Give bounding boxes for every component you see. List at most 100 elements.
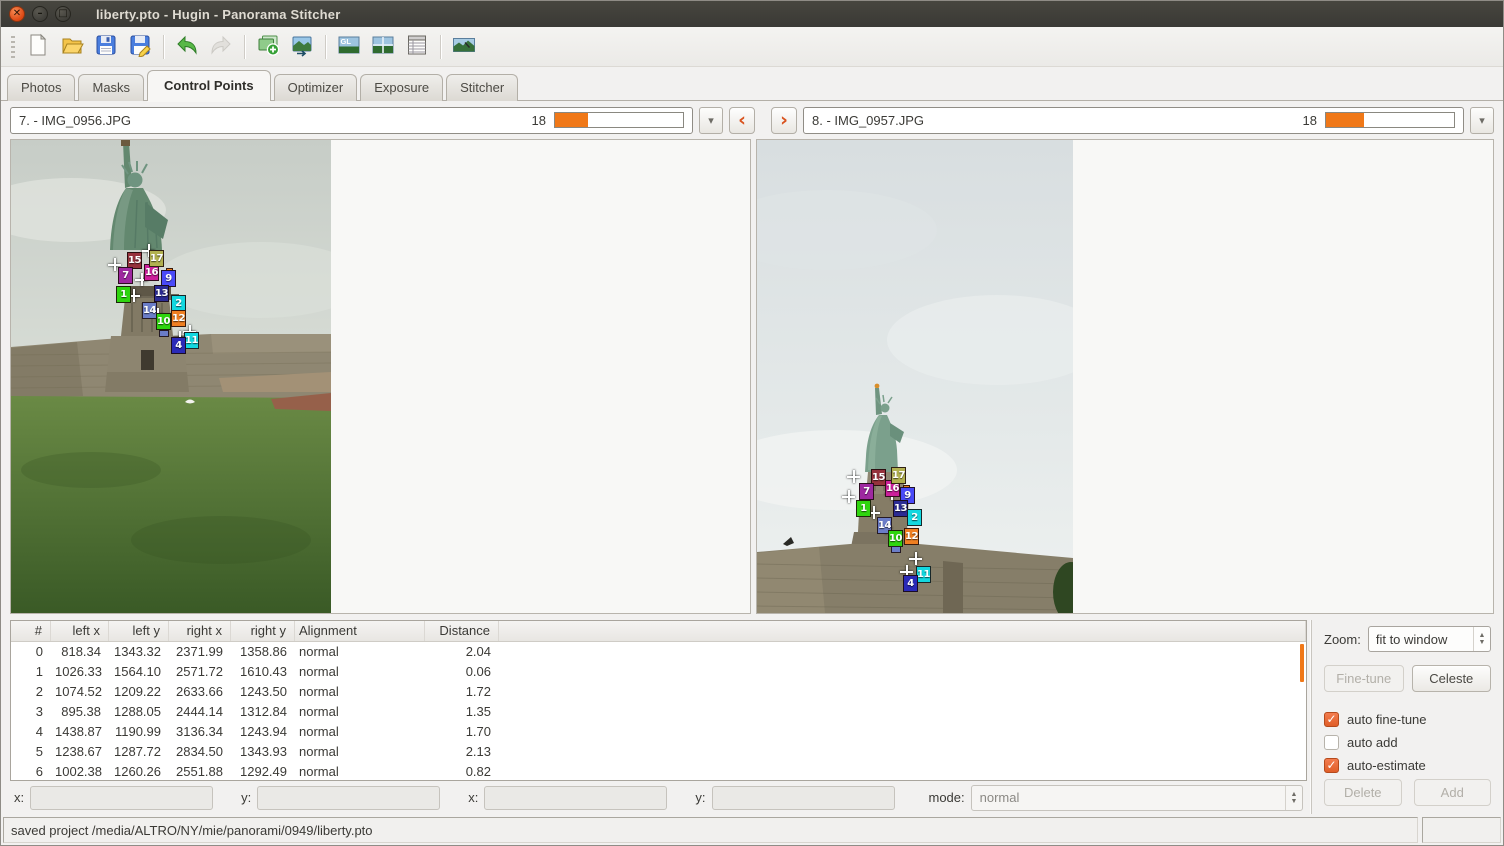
control-point-marker-1[interactable]: 1 [116,286,131,303]
celeste-button[interactable]: Celeste [1412,665,1492,692]
control-point-crosshair[interactable] [847,470,860,483]
column-header-rightx[interactable]: right x [169,621,231,641]
tab-exposure[interactable]: Exposure [360,74,443,101]
tab-stitcher[interactable]: Stitcher [446,74,518,101]
right-photo[interactable]: 161517791132141210114 [757,140,1073,613]
column-header-leftx[interactable]: left x [51,621,109,641]
table-cell: 4 [11,722,51,742]
cp-list-button[interactable] [401,31,433,63]
redo-button[interactable] [205,31,237,63]
table-cell: 1209.22 [109,682,169,702]
right-x-input[interactable] [484,786,667,810]
control-point-marker-4[interactable]: 4 [903,575,918,592]
previous-pair-button[interactable]: ‹ [729,107,755,134]
table-cell-filler [499,682,1306,702]
window-minimize-button[interactable]: – [32,6,48,22]
auto-estimate-option[interactable]: auto-estimate [1324,754,1491,777]
control-point-marker-10[interactable]: 10 [888,530,903,547]
control-point-marker-1[interactable]: 1 [856,500,871,517]
table-row[interactable]: 0818.341343.322371.991358.86normal2.04 [11,642,1306,662]
window-maximize-button[interactable]: □ [55,6,71,22]
control-point-marker-11[interactable]: 11 [184,332,199,349]
chevron-down-icon: ▾ [1479,114,1485,127]
table-row[interactable]: 61002.381260.262551.881292.49normal0.82 [11,762,1306,781]
control-point-crosshair[interactable] [842,490,855,503]
column-header-lefty[interactable]: left y [109,621,169,641]
auto-fine-tune-option[interactable]: auto fine-tune [1324,708,1491,731]
auto-fine-tune-checkbox[interactable] [1324,712,1339,727]
table-cell: 1.35 [425,702,499,722]
table-cell: 1 [11,662,51,682]
control-point-marker-7[interactable]: 7 [859,483,874,500]
toolbar-separator [440,35,441,59]
table-cell: 2633.66 [169,682,231,702]
tab-control-points[interactable]: Control Points [147,70,271,101]
control-point-marker-partial[interactable] [891,546,901,553]
table-row[interactable]: 21074.521209.222633.661243.50normal1.72 [11,682,1306,702]
preview-panorama-button[interactable] [448,31,480,63]
gl-preview-button[interactable]: GL [333,31,365,63]
scrollbar-thumb[interactable] [1300,644,1304,682]
control-point-marker-11[interactable]: 11 [916,566,931,583]
right-image-dropdown-button[interactable]: ▾ [1470,107,1494,134]
tab-masks[interactable]: Masks [78,74,144,101]
left-y-input[interactable] [257,786,440,810]
control-point-marker-4[interactable]: 4 [171,337,186,354]
right-y-input[interactable] [712,786,895,810]
auto-add-option[interactable]: auto add [1324,731,1491,754]
add-button[interactable]: Add [1414,779,1492,806]
add-images-button[interactable] [252,31,284,63]
table-row[interactable]: 11026.331564.102571.721610.43normal0.06 [11,662,1306,682]
window-close-button[interactable]: ✕ [9,6,25,22]
save-project-as-button[interactable] [124,31,156,63]
undo-button[interactable] [171,31,203,63]
control-point-marker-7[interactable]: 7 [118,267,133,284]
open-project-button[interactable] [56,31,88,63]
fine-tune-button[interactable]: Fine-tune [1324,665,1404,692]
column-header-righty[interactable]: right y [231,621,295,641]
tab-photos[interactable]: Photos [7,74,75,101]
control-point-marker-17[interactable]: 17 [891,467,906,484]
column-header-alignment[interactable]: Alignment [295,621,425,641]
fast-preview-button[interactable] [367,31,399,63]
control-point-marker-12[interactable]: 12 [171,310,186,327]
control-points-table: #left xleft yright xright yAlignmentDist… [10,620,1307,781]
next-pair-button[interactable]: › [771,107,797,134]
right-image-canvas[interactable]: 161517791132141210114 [756,139,1494,614]
tab-optimizer[interactable]: Optimizer [274,74,358,101]
control-point-marker-13[interactable]: 13 [893,500,908,517]
table-header: #left xleft yright xright yAlignmentDist… [11,621,1306,642]
auto-add-checkbox[interactable] [1324,735,1339,750]
table-cell: 1002.38 [51,762,109,781]
left-photo[interactable]: 161517791132141210114 [11,140,331,613]
left-image-select[interactable]: 7. - IMG_0956.JPG 18 [10,107,693,134]
delete-button[interactable]: Delete [1324,779,1402,806]
control-point-marker-partial[interactable] [159,330,169,337]
checkbox-label: auto-estimate [1347,758,1426,773]
control-point-marker-2[interactable]: 2 [907,509,922,526]
add-time-series-button[interactable] [286,31,318,63]
table-row[interactable]: 51238.671287.722834.501343.93normal2.13 [11,742,1306,762]
left-image-canvas[interactable]: 161517791132141210114 [10,139,751,614]
table-row[interactable]: 41438.871190.993136.341243.94normal1.70 [11,722,1306,742]
image-selector-row: 7. - IMG_0956.JPG 18 ▾ ‹ › 8. - IMG_0957… [1,101,1503,139]
column-header-#[interactable]: # [11,621,51,641]
control-point-marker-10[interactable]: 10 [156,313,171,330]
left-x-input[interactable] [30,786,213,810]
control-point-marker-14[interactable]: 14 [142,302,157,319]
zoom-select[interactable]: fit to window ▲▼ [1368,626,1491,652]
control-point-marker-12[interactable]: 12 [904,528,919,545]
column-header-distance[interactable]: Distance [425,621,499,641]
new-project-button[interactable] [22,31,54,63]
open-project-icon [60,33,84,60]
control-point-crosshair[interactable] [909,552,922,565]
mode-select[interactable]: normal ▲▼ [971,785,1303,811]
control-point-marker-13[interactable]: 13 [154,285,169,302]
right-image-select[interactable]: 8. - IMG_0957.JPG 18 [803,107,1464,134]
auto-estimate-checkbox[interactable] [1324,758,1339,773]
table-row[interactable]: 3895.381288.052444.141312.84normal1.35 [11,702,1306,722]
control-point-marker-17[interactable]: 17 [149,250,164,267]
left-image-dropdown-button[interactable]: ▾ [699,107,723,134]
table-scrollbar[interactable] [1300,644,1304,780]
save-project-button[interactable] [90,31,122,63]
